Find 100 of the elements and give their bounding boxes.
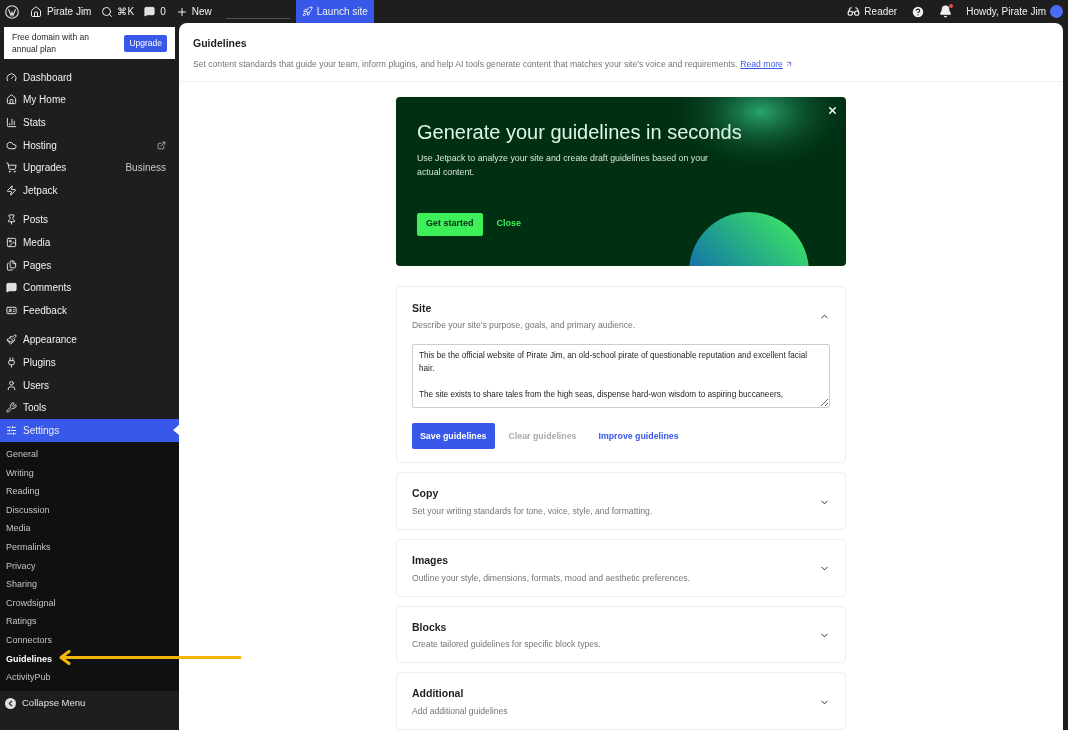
collapse-icon [5, 697, 16, 709]
upgrade-button[interactable]: Upgrade [124, 34, 167, 52]
search-icon [101, 5, 114, 18]
site-link[interactable]: Pirate Jim [30, 4, 92, 19]
menu-label: Dashboard [23, 70, 73, 85]
menu-item[interactable]: Comments [0, 276, 179, 299]
menu-item[interactable]: Settings [0, 418, 179, 442]
lightning-icon [6, 184, 17, 196]
plus-icon [175, 5, 188, 18]
menu-label: Appearance [23, 333, 78, 348]
guidelines-input[interactable]: This be the official website of Pirate Jim, an old-school pirate of questionable reputation and excellent facial hair. The site exists to share tales from the high seas, dispense hard-won wisdom to aspiring buccaneers, [412, 344, 830, 409]
bar-chart-icon [6, 117, 17, 128]
rocket-icon [301, 6, 313, 17]
menu-item[interactable]: Stats [0, 111, 179, 134]
card-title: Copy [412, 486, 440, 502]
menu-label: Upgrades [23, 161, 68, 176]
menu-label: Hosting [23, 138, 58, 153]
get-started-button[interactable]: Get started [417, 212, 483, 236]
menu-label: Tools [23, 401, 48, 416]
menu-item[interactable]: Appearance [0, 328, 179, 352]
menu-item[interactable]: Tools [0, 396, 179, 419]
menu-item[interactable]: Upgrades Business [0, 156, 179, 179]
card-description: Outline your style, dimensions, formats, mood and aesthetic preferences. [412, 571, 691, 585]
menu-item[interactable]: My Home [0, 88, 179, 112]
card-description: Describe your site's purpose, goals, and primary audience. [412, 319, 637, 333]
brush-icon [6, 334, 17, 346]
submenu-item[interactable]: Reading [0, 482, 179, 502]
card-title: Images [412, 552, 450, 568]
submenu-item[interactable]: Sharing [0, 575, 179, 595]
submenu-item[interactable]: Discussion [0, 501, 179, 520]
submenu-item[interactable]: Guidelines [0, 650, 179, 669]
card-title: Blocks [412, 619, 448, 635]
menu-item[interactable]: Pages [0, 253, 179, 277]
dashboard-icon [6, 71, 17, 83]
pages-icon [6, 259, 17, 271]
menu-item[interactable]: Users [0, 373, 179, 397]
submenu-item[interactable]: ActivityPub [0, 668, 179, 688]
menu-label: Stats [23, 116, 47, 130]
menu-label: Feedback [23, 303, 68, 318]
collapse-menu-button[interactable]: Collapse Menu [0, 691, 179, 716]
submenu-item[interactable]: General [0, 445, 179, 465]
menu-item[interactable]: Hosting [0, 133, 179, 157]
menu-label: Comments [23, 281, 73, 296]
menu-item[interactable]: Feedback [0, 298, 179, 322]
image-icon [6, 236, 17, 248]
submenu-item[interactable]: Writing [0, 464, 179, 483]
menu-item[interactable]: Dashboard [0, 66, 179, 89]
promo-text: Free domain with an annual plan [12, 31, 90, 55]
wrench-icon [6, 402, 17, 414]
card-title: Additional [412, 686, 465, 702]
form-icon [6, 304, 17, 316]
greeting-text[interactable]: Howdy, Pirate Jim [966, 4, 1046, 19]
read-more-link[interactable]: Read more [740, 57, 793, 71]
menu-label: Pages [23, 258, 53, 273]
pin-icon [6, 214, 17, 226]
page-title: Guidelines [193, 36, 248, 51]
wordpress-logo-icon[interactable] [5, 4, 19, 19]
notifications-button[interactable] [939, 5, 953, 18]
submenu-item[interactable]: Privacy [0, 557, 179, 576]
home-icon [6, 94, 17, 106]
card-description: Set your writing standards for tone, voice, style, and formatting. [412, 505, 654, 518]
speech-bubble-icon [6, 282, 17, 294]
launch-site-button[interactable]: Launch site [295, 0, 374, 23]
action-button[interactable]: Save guidelines [412, 423, 495, 450]
comments-button[interactable]: 0 [144, 4, 166, 19]
close-icon[interactable] [827, 104, 838, 116]
submenu-item[interactable]: Connectors [0, 631, 179, 651]
cloud-icon [6, 139, 17, 151]
sliders-icon [6, 424, 17, 436]
cart-icon [6, 162, 17, 174]
menu-item[interactable]: Plugins [0, 351, 179, 374]
submenu-item[interactable]: Crowdsignal [0, 594, 179, 613]
external-arrow-icon [784, 60, 793, 69]
search-button[interactable]: ⌘K [101, 4, 135, 19]
glasses-icon [847, 5, 861, 18]
improve-link[interactable]: Improve guidelines [590, 429, 687, 443]
menu-item[interactable]: Jetpack [0, 178, 179, 202]
menu-item[interactable]: Posts [0, 208, 179, 232]
card-description: Add additional guidelines [412, 704, 509, 718]
submenu-item[interactable]: Permalinks [0, 538, 179, 558]
avatar[interactable] [1050, 5, 1063, 18]
help-icon[interactable] [911, 4, 926, 19]
card-title: Site [412, 300, 433, 316]
menu-item[interactable]: Media [0, 231, 179, 254]
plan-label: Business [125, 161, 166, 176]
submenu-item[interactable]: Media [0, 519, 179, 539]
menu-label: Jetpack [23, 183, 59, 198]
menu-label: Settings [23, 423, 61, 438]
speech-bubble-icon [144, 6, 156, 17]
plug-icon [6, 356, 17, 368]
menu-label: My Home [23, 93, 67, 108]
submenu-item[interactable]: Ratings [0, 612, 179, 632]
banner-title: Generate your guidelines in seconds [417, 119, 743, 145]
user-icon [6, 379, 17, 391]
close-button[interactable]: Close [496, 217, 522, 231]
menu-label: Plugins [23, 355, 57, 370]
card-description: Create tailored guidelines for specific block types. [412, 638, 602, 652]
menu-label: Users [23, 378, 51, 393]
reader-button[interactable]: Reader [847, 4, 898, 19]
new-button[interactable]: New [175, 4, 212, 19]
